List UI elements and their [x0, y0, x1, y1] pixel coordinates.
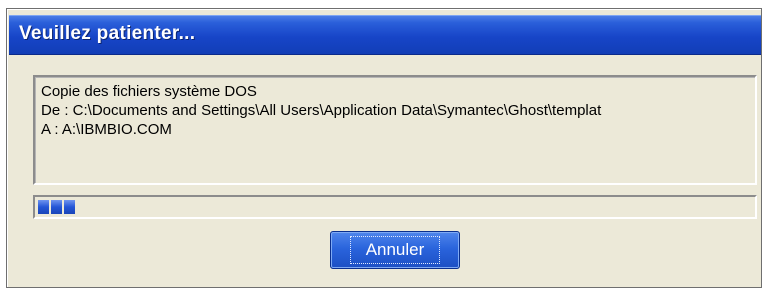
progress-block	[38, 200, 49, 214]
cancel-button-label: Annuler	[349, 236, 441, 264]
wait-dialog: Veuillez patienter... Copie des fichiers…	[6, 8, 762, 288]
status-destination-path: A : A:\IBMBIO.COM	[41, 121, 172, 138]
progress-block	[64, 200, 75, 214]
status-info-box: Copie des fichiers système DOS De : C:\D…	[33, 75, 757, 185]
progress-bar	[33, 195, 757, 219]
status-source-path: De : C:\Documents and Settings\All Users…	[41, 102, 602, 119]
status-operation-text: Copie des fichiers système DOS	[41, 83, 257, 100]
progress-fill	[38, 200, 75, 214]
progress-block	[51, 200, 62, 214]
window-title: Veuillez patienter...	[19, 23, 196, 44]
title-bar[interactable]: Veuillez patienter...	[9, 15, 761, 55]
cancel-button[interactable]: Annuler	[330, 231, 460, 269]
